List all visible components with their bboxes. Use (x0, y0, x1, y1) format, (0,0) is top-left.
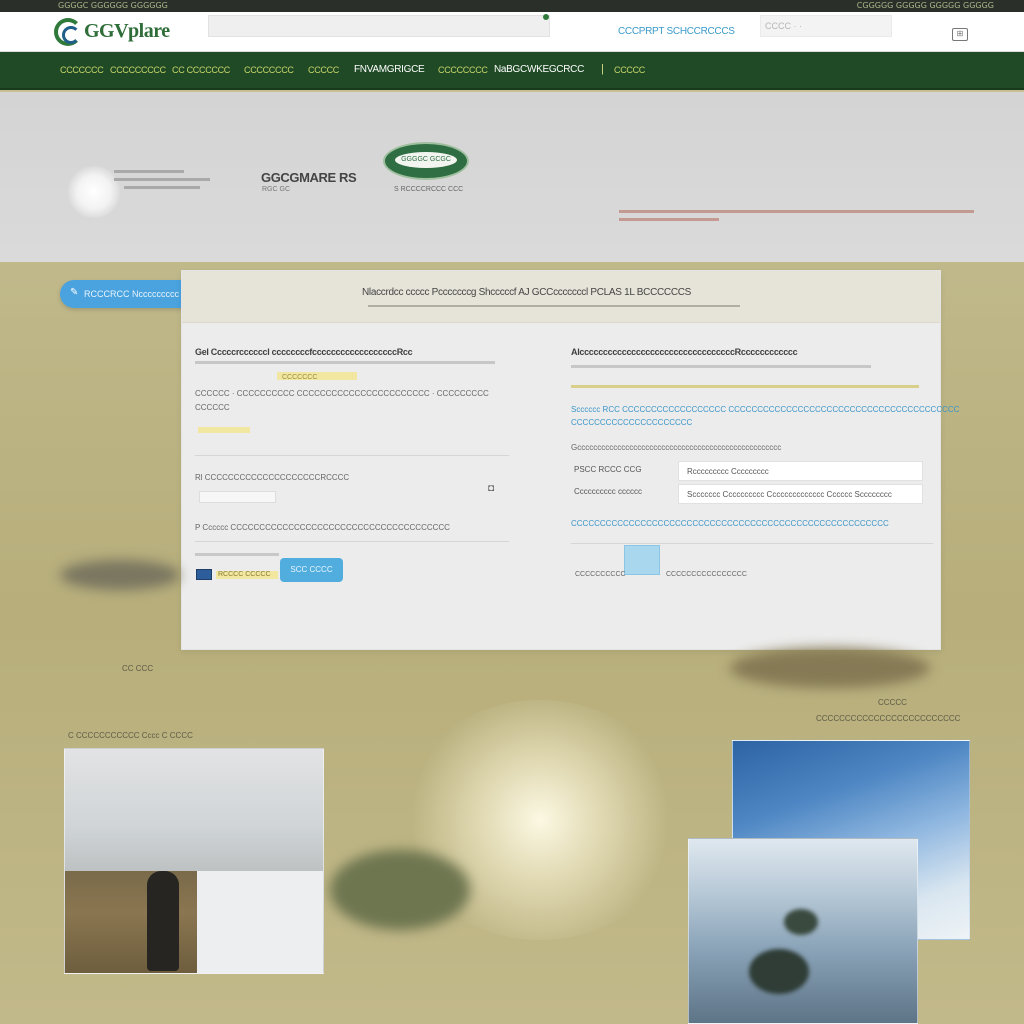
right-text-line (571, 365, 871, 368)
nav-item[interactable]: CCCCCCCC (438, 65, 488, 75)
submit-button[interactable]: SCC CCCC (280, 558, 343, 582)
nav-item[interactable]: CCCCCCC (60, 65, 104, 75)
right-bottom-text: CCCCCCCCCC (575, 571, 626, 578)
hero-brand: GGCGMARE RS (261, 170, 357, 185)
left-text-line (195, 361, 495, 364)
right-text-line (571, 385, 919, 388)
panel-header: Nlaccrdcc ccccc Pcccccccg Shcccccf AJ GC… (182, 271, 940, 323)
nav-item-active[interactable]: FNVAMGRIGCE (354, 64, 425, 75)
left-column-heading: Gel Cccccrccccccl ccccccccfccccccccccccc… (195, 347, 413, 357)
left-input-field[interactable] (199, 491, 276, 503)
decorative-shadow (60, 560, 180, 590)
panel-subtitle (368, 305, 740, 312)
option-label: Rl CCCCCCCCCCCCCCCCCCCCRCCCC (195, 473, 350, 482)
nav-item[interactable]: CCCCC (614, 65, 645, 75)
nav-item[interactable]: CC CCCCCCC (172, 65, 230, 75)
field-label: PSCC RCCC CCG (574, 465, 642, 474)
decorative-shadow (730, 648, 930, 688)
divider (571, 543, 933, 544)
hero-badge[interactable]: GGGGC GCGC (383, 142, 469, 180)
left-text-line (195, 553, 279, 556)
left-row: CCCCCC (195, 403, 230, 412)
thumbnail-image[interactable] (624, 545, 660, 575)
divider (195, 455, 509, 456)
lower-caption: CCCCCCCCCCCCCCCCCCCCCCCCC (816, 714, 961, 723)
nav-item[interactable]: CCCCC (308, 65, 339, 75)
nav-item[interactable]: NaBGCWKEGCRCC (494, 64, 584, 75)
right-column-heading: AlcccccccccccccccccccccccccccccccccRcccc… (571, 347, 798, 357)
account-input[interactable]: CCCC · · (760, 15, 892, 37)
top-strip-right-text: CGGGGG GGGGG GGGGG GGGGG (856, 1, 994, 10)
hero-badge-label: GGGGC GCGC (395, 152, 457, 168)
right-link[interactable]: CCCCCCCCCCCCCCCCCCCCCCCCCCCCCCCCCCCCCCCC… (571, 519, 889, 528)
top-strip: GGGGC GGGGGG GGGGGG CGGGGG GGGGG GGGGG G… (0, 0, 1024, 12)
text-field[interactable]: Sccccccc Cccccccccc Cccccccccccccc Ccccc… (678, 484, 923, 504)
right-bottom-text: CCCCCCCCCCCCCCCC (666, 571, 747, 578)
radio-icon[interactable]: ◘ (488, 483, 494, 494)
cart-icon[interactable]: ⊞ (952, 28, 968, 41)
logo-icon[interactable] (54, 18, 82, 46)
hero-brand-subtitle: RGC GC (262, 186, 290, 193)
hero-badge-caption: S RCCCCRCCC CCC (394, 186, 464, 193)
card-icon (196, 569, 212, 580)
nav-item[interactable]: CCCCCCCC (244, 65, 294, 75)
nav-separator: | (601, 63, 604, 75)
right-text: Gccccccccccccccccccccccccccccccccccccccc… (571, 443, 782, 452)
photo-mist (197, 871, 323, 973)
nav-item[interactable]: CCCCCCCCC (110, 65, 166, 75)
left-highlight (198, 427, 250, 433)
photo-island (749, 949, 809, 994)
hero-right-text (619, 210, 974, 226)
photo-island (784, 909, 818, 935)
main-nav: CCCCCCC CCCCCCCCC CC CCCCCCC CCCCCCCC CC… (0, 52, 1024, 90)
lower-caption: C CCCCCCCCCCC Cccc C CCCC (68, 731, 193, 740)
text-field[interactable]: Rccccccccc Ccccccccc (678, 461, 923, 481)
right-link[interactable]: CCCCCCCCCCCCCCCCCCCCC (571, 418, 692, 427)
decorative-foliage (330, 850, 470, 930)
search-indicator-icon (543, 14, 549, 20)
lower-caption-top: CCCCC (878, 698, 907, 707)
left-link[interactable]: CCCCCCC (282, 374, 317, 381)
logo-text[interactable]: GGVplare (84, 20, 170, 43)
lower-small-text: CC CCC (122, 664, 154, 673)
left-button-caption: RCCCC CCCCC (218, 571, 271, 578)
header-links[interactable]: CCCPRPT SCHCCRCCCS (618, 26, 735, 37)
landscape-photo[interactable] (64, 748, 324, 974)
aerial-photo[interactable] (688, 838, 918, 1024)
field-label: Cccccccccc cccccc (574, 487, 642, 496)
hero-text-lines (114, 170, 210, 194)
search-input[interactable] (208, 15, 550, 37)
divider (195, 541, 509, 542)
photo-person (147, 871, 179, 971)
option-label: P Cccccc CCCCCCCCCCCCCCCCCCCCCCCCCCCCCCC… (195, 523, 450, 532)
right-link[interactable]: Scccccc RCC CCCCCCCCCCCCCCCCCC CCCCCCCCC… (571, 405, 959, 414)
main-panel: Nlaccrdcc ccccc Pcccccccg Shcccccf AJ GC… (181, 270, 959, 650)
hero-glow-decoration (68, 166, 120, 218)
panel-title: Nlaccrdcc ccccc Pcccccccg Shcccccf AJ GC… (362, 287, 692, 298)
site-header: GGVplare CCCPRPT SCHCCRCCCS CCCC · · ⊞ (0, 12, 1024, 52)
left-row: CCCCCC · CCCCCCCCCC CCCCCCCCCCCCCCCCCCCC… (195, 389, 489, 398)
top-strip-left-text: GGGGC GGGGGG GGGGGG (58, 1, 168, 10)
